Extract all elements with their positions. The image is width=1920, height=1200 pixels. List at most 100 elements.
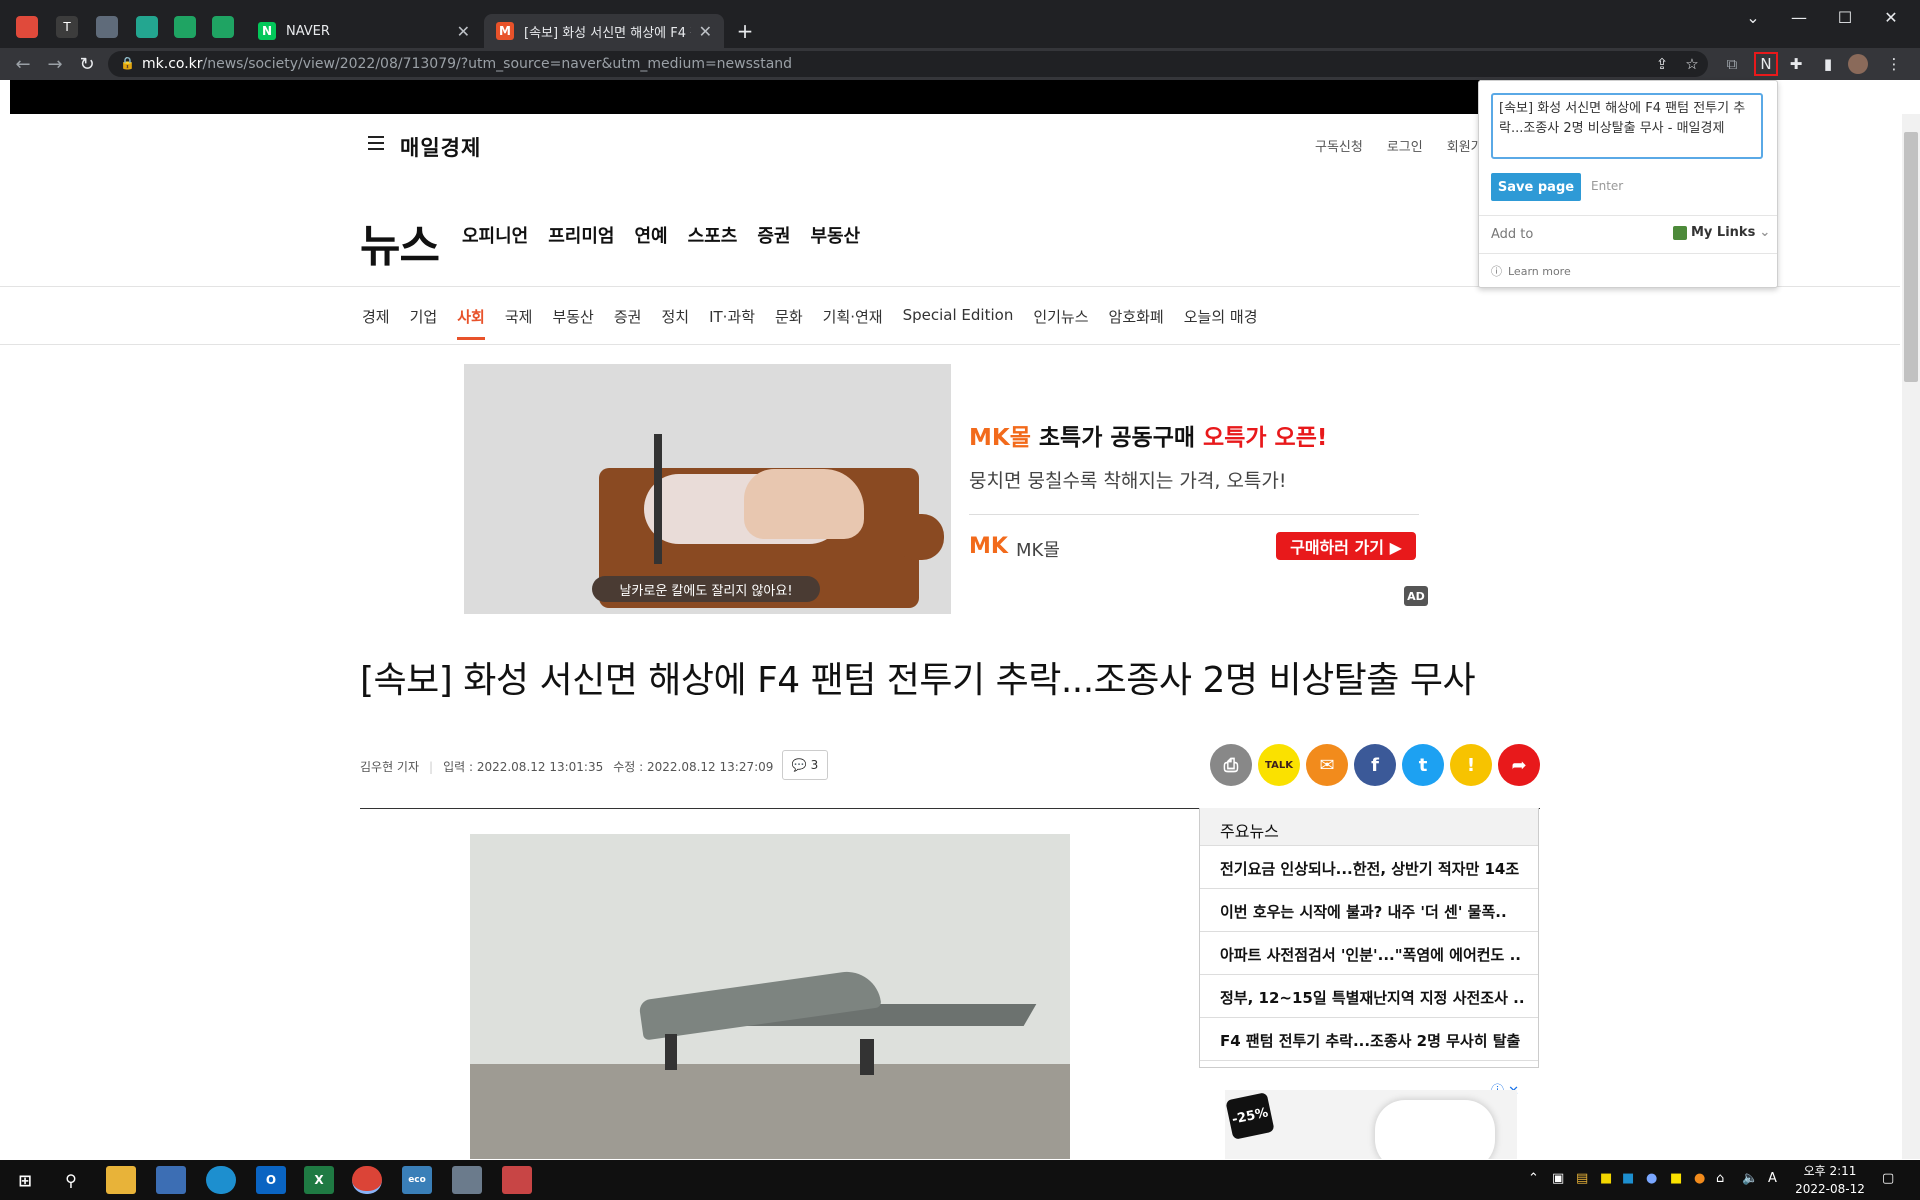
submenu-item[interactable]: 국제 [505,306,533,340]
system-clock[interactable]: 오후 2:11 2022-08-12 [1790,1162,1870,1198]
app-icon[interactable] [502,1166,532,1194]
excel-icon[interactable]: X [304,1166,334,1194]
top-news-item[interactable]: F4 팬텀 전투기 추락...조종사 2명 무사히 탈출 [1200,1018,1538,1061]
tray-app-icon[interactable]: ■ [1622,1171,1634,1186]
top-news-item[interactable]: 아파트 사전점검서 '인분'..."폭염에 에어컨도 .. [1200,932,1538,975]
section-title[interactable]: 뉴스 [360,210,440,274]
tray-app-icon[interactable]: ● [1694,1171,1705,1186]
chrome-icon[interactable] [352,1166,382,1194]
edge-icon[interactable] [206,1166,236,1194]
pinned-tab-1[interactable] [16,16,38,38]
reload-icon[interactable]: ↻ [76,53,98,75]
kakaotalk-share-icon[interactable]: TALK [1258,744,1300,786]
volume-icon[interactable]: 🔈 [1742,1171,1758,1186]
back-arrow-icon[interactable]: ← [12,53,34,75]
menu-premium[interactable]: 프리미엄 [548,222,614,248]
file-explorer-icon[interactable] [106,1166,136,1194]
profile-avatar[interactable] [1848,54,1868,74]
outlook-icon[interactable]: O [256,1166,286,1194]
submenu-item[interactable]: 인기뉴스 [1033,306,1088,340]
menu-realestate[interactable]: 부동산 [810,222,860,248]
notepad-icon[interactable] [156,1166,186,1194]
menu-opinion[interactable]: 오피니언 [462,222,528,248]
tab-naver[interactable]: N NAVER ✕ [246,14,482,48]
pinned-tab-2[interactable]: T [56,16,78,38]
notification-icon[interactable]: ▢ [1882,1171,1894,1186]
submenu-item-active[interactable]: 사회 [457,306,485,340]
top-news-item[interactable]: 전기요금 인상되나...한전, 상반기 적자만 14조 [1200,846,1538,889]
twitter-share-icon[interactable]: t [1402,744,1444,786]
subscribe-link[interactable]: 구독신청 [1315,136,1363,155]
submenu-item[interactable]: 암호화폐 [1109,306,1164,340]
extension-icon[interactable]: ⧉ [1722,54,1742,74]
login-link[interactable]: 로그인 [1387,136,1423,155]
submenu-item[interactable]: 정치 [661,306,689,340]
facebook-share-icon[interactable]: f [1354,744,1396,786]
hamburger-menu-icon[interactable] [368,136,384,150]
submenu-item[interactable]: 증권 [614,306,642,340]
extensions-puzzle-icon[interactable]: ✚ [1786,54,1806,74]
tab-active-article[interactable]: M [속보] 화성 서신면 해상에 F4 팬 ✕ [484,14,724,48]
top-news-item[interactable]: 정부, 12~15일 특별재난지역 지정 사전조사 .. [1200,975,1538,1018]
submenu-item[interactable]: 경제 [362,306,390,340]
tray-chevron-icon[interactable]: ⌃ [1528,1171,1539,1186]
email-share-icon[interactable]: ✉ [1306,744,1348,786]
close-tab-icon[interactable]: ✕ [457,22,470,41]
tray-app-icon[interactable]: ▣ [1552,1171,1564,1186]
maximize-button[interactable]: ☐ [1822,4,1868,30]
comment-button[interactable]: 💬 3 [782,750,828,780]
submenu-item[interactable]: 기업 [410,306,438,340]
save-page-button[interactable]: Save page [1491,173,1581,201]
remote-desktop-icon[interactable] [452,1166,482,1194]
tray-app-icon[interactable]: ▤ [1576,1171,1588,1186]
eco-app-icon[interactable]: eco [402,1166,432,1194]
ad-banner[interactable]: 날카로운 칼에도 잘리지 않아요! MK몰 초특가 공동구매 오특가 오픈! 뭉… [464,364,1429,614]
pinned-tab-4[interactable] [136,16,158,38]
pinned-tab-3[interactable] [96,16,118,38]
share-icon[interactable]: ⇪ [1652,54,1672,74]
submenu-item[interactable]: Special Edition [903,306,1014,340]
top-news-item[interactable]: 이번 호우는 시작에 불과? 내주 '더 센' 물폭.. [1200,889,1538,932]
share-more-icon[interactable]: ➦ [1498,744,1540,786]
kakaostory-share-icon[interactable]: ! [1450,744,1492,786]
submenu-item[interactable]: 오늘의 매경 [1184,306,1258,340]
side-panel-icon[interactable]: ▮ [1818,54,1838,74]
pinned-tab-6[interactable] [212,16,234,38]
article-photo-jet[interactable] [470,834,1070,1159]
submenu-item[interactable]: 부동산 [552,306,593,340]
search-icon[interactable]: ⚲ [56,1166,86,1194]
scrollbar-thumb[interactable] [1904,132,1918,382]
close-window-button[interactable]: ✕ [1868,4,1914,30]
new-tab-button[interactable]: + [732,18,758,44]
forward-arrow-icon[interactable]: → [44,53,66,75]
bookmark-star-icon[interactable]: ☆ [1682,54,1702,74]
site-logo[interactable]: 매일경제 [400,132,481,162]
pinned-tab-5[interactable] [174,16,196,38]
top-news-title: 주요뉴스 [1200,808,1538,846]
buy-button[interactable]: 구매하러 가기 ▶ [1276,532,1416,560]
menu-entertainment[interactable]: 연예 [635,222,668,248]
submenu-item[interactable]: IT·과학 [709,306,755,340]
windows-start-icon[interactable]: ⊞ [10,1166,40,1194]
address-bar[interactable]: 🔒 mk.co.kr/news/society/view/2022/08/713… [108,51,1708,77]
kakao-tray-icon[interactable]: ■ [1670,1171,1682,1186]
close-tab-icon[interactable]: ✕ [699,22,712,41]
ime-indicator[interactable]: A [1768,1171,1777,1186]
learn-more-link[interactable]: ⓘ Learn more [1491,263,1571,279]
submenu-item[interactable]: 기획·연재 [823,306,883,340]
network-icon[interactable]: ⌂ [1716,1171,1724,1186]
menu-sports[interactable]: 스포츠 [688,222,738,248]
page-title-field[interactable]: [속보] 화성 서신면 해상에 F4 팬텀 전투기 추락...조종사 2명 비상… [1491,93,1763,159]
reporter-name[interactable]: 김우현 기자 [360,758,419,775]
tray-app-icon[interactable]: ● [1646,1171,1657,1186]
print-icon[interactable]: ⎙ [1210,744,1252,786]
notion-clipper-icon[interactable]: N [1754,52,1778,76]
sidebar-ad[interactable]: -25% [1225,1090,1517,1159]
menu-kebab-icon[interactable]: ⋮ [1884,54,1904,74]
tray-app-icon[interactable]: ■ [1600,1171,1612,1186]
menu-stocks[interactable]: 증권 [757,222,790,248]
minimize-button[interactable]: — [1776,4,1822,30]
collection-select[interactable]: My Links ⌄ [1673,225,1770,240]
tab-search-icon[interactable]: ⌄ [1730,4,1776,30]
submenu-item[interactable]: 문화 [775,306,803,340]
